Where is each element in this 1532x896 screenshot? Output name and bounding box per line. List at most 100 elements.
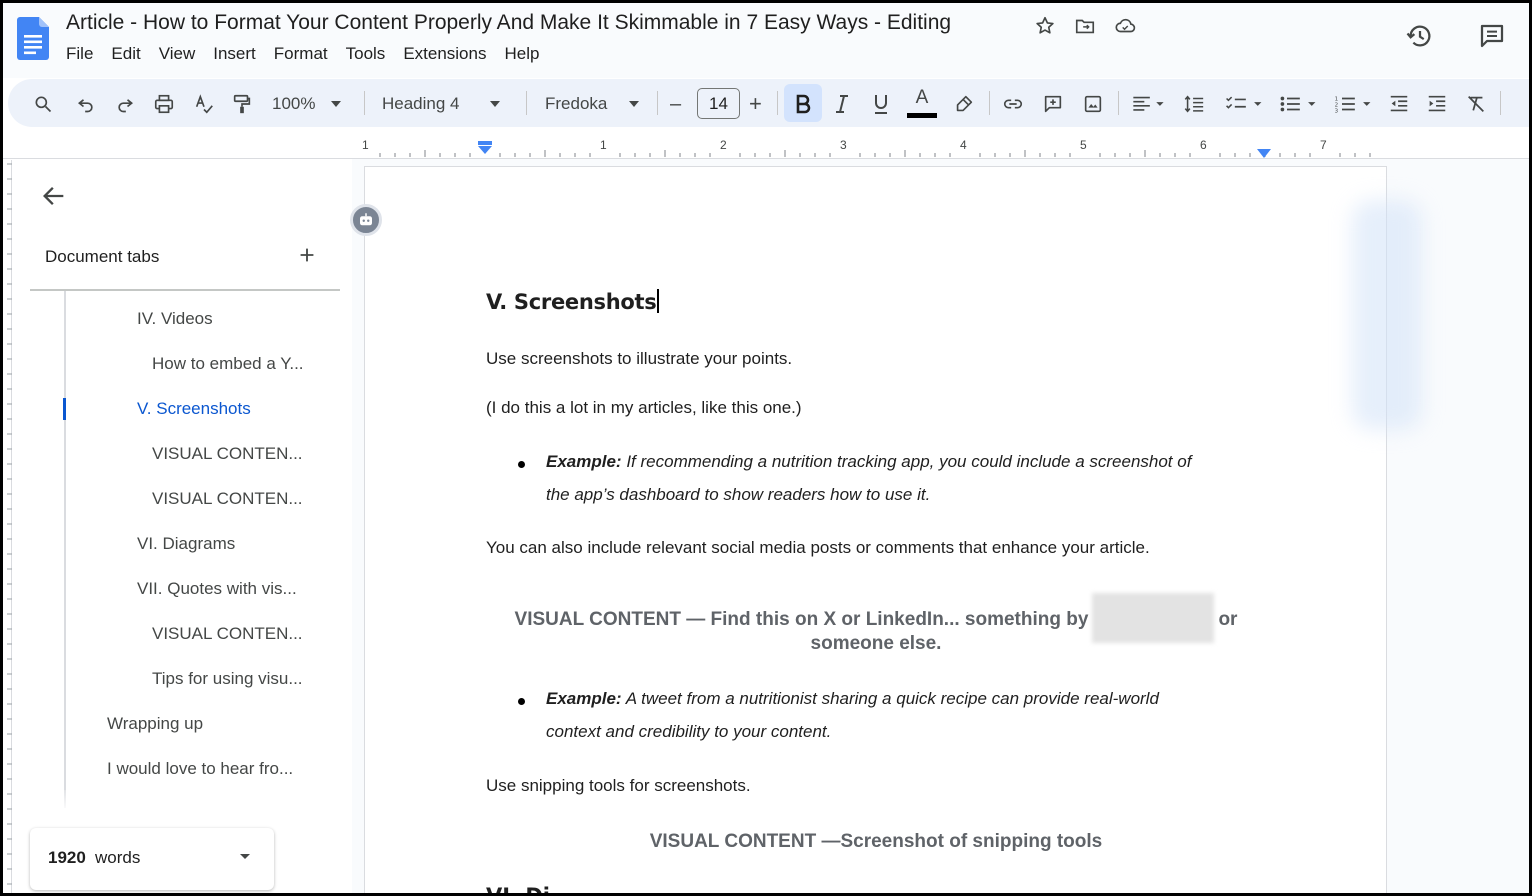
font-value: Fredoka	[545, 94, 608, 113]
text-color-button[interactable]: A	[907, 86, 937, 120]
search-menus-icon[interactable]	[30, 90, 56, 118]
checklist-select-icon[interactable]	[1222, 90, 1266, 118]
numbered-list-select-icon[interactable]: 123	[1331, 90, 1375, 118]
spellcheck-icon[interactable]	[191, 90, 217, 118]
paragraph[interactable]: (I do this a lot in my articles, like th…	[486, 398, 802, 418]
menu-edit[interactable]: Edit	[111, 44, 140, 64]
svg-text:3: 3	[1335, 108, 1339, 114]
outline-item[interactable]: I would love to hear fro...	[107, 759, 293, 779]
comments-icon[interactable]	[1476, 20, 1508, 52]
active-item-marker	[63, 398, 66, 420]
outline-item[interactable]: IV. Videos	[137, 309, 213, 329]
decrease-indent-icon[interactable]	[1386, 90, 1412, 118]
font-size-input[interactable]: 14	[697, 88, 740, 119]
ruler-label: 3	[840, 138, 847, 152]
italic-button[interactable]	[829, 90, 855, 118]
example-line[interactable]: the app’s dashboard to show readers how …	[546, 485, 930, 505]
paragraph[interactable]: Use snipping tools for screenshots.	[486, 776, 751, 796]
document-outline-sidebar: Document tabs IV. Videos How to embed a …	[12, 160, 352, 896]
outline-item[interactable]: VII. Quotes with vis...	[137, 579, 297, 599]
docs-logo-icon[interactable]	[17, 17, 49, 60]
next-section-heading[interactable]: VI. Di	[486, 884, 550, 896]
outline-item[interactable]: VISUAL CONTEN...	[152, 624, 303, 644]
ruler-label: 7	[1320, 138, 1327, 152]
outline-item[interactable]: VISUAL CONTEN...	[152, 444, 303, 464]
menu-help[interactable]: Help	[504, 44, 539, 64]
menu-insert[interactable]: Insert	[213, 44, 256, 64]
example-line[interactable]: context and credibility to your content.	[546, 722, 831, 742]
visual-note-text: or	[1218, 609, 1238, 630]
back-arrow-icon[interactable]	[40, 182, 68, 210]
paragraph-style-value: Heading 4	[382, 94, 460, 113]
underline-button[interactable]	[868, 90, 894, 118]
paragraph[interactable]: You can also include relevant social med…	[486, 538, 1150, 558]
cloud-saved-icon[interactable]	[1112, 13, 1138, 39]
bold-button[interactable]	[790, 90, 816, 118]
outline-item[interactable]: How to embed a Y...	[152, 354, 304, 374]
zoom-dropdown-caret-icon	[331, 101, 342, 107]
menu-format[interactable]: Format	[274, 44, 328, 64]
align-select-icon[interactable]	[1128, 90, 1168, 118]
vertical-ruler	[3, 160, 12, 896]
example-line[interactable]: Example: If recommending a nutrition tra…	[546, 452, 1191, 472]
paragraph[interactable]: Use screenshots to illustrate your point…	[486, 349, 792, 369]
highlight-color-icon[interactable]	[951, 90, 977, 118]
visual-content-note[interactable]: VISUAL CONTENT —Screenshot of snipping t…	[486, 831, 1266, 853]
toolbar-divider	[989, 91, 990, 115]
visual-content-note[interactable]: someone else.	[486, 633, 1266, 655]
bullet-icon	[518, 461, 525, 468]
redo-icon[interactable]	[112, 90, 138, 118]
toolbar-divider	[526, 91, 527, 115]
move-folder-icon[interactable]	[1072, 13, 1098, 39]
menu-view[interactable]: View	[159, 44, 196, 64]
ruler-label: 2	[720, 138, 727, 152]
add-tab-icon[interactable]	[296, 244, 318, 266]
clear-formatting-icon[interactable]	[1463, 90, 1489, 118]
print-icon[interactable]	[151, 90, 177, 118]
document-tabs-heading: Document tabs	[45, 247, 160, 266]
ruler-label: 1	[600, 138, 607, 152]
outline-item[interactable]: VISUAL CONTEN...	[152, 489, 303, 509]
sidebar-divider	[30, 289, 340, 291]
ruler-label: 1	[362, 138, 369, 152]
menu-tools[interactable]: Tools	[346, 44, 386, 64]
insert-image-icon[interactable]	[1080, 90, 1106, 118]
zoom-select[interactable]: 100%	[272, 90, 342, 118]
outline-tree-line	[64, 291, 66, 808]
document-title[interactable]: Article - How to Format Your Content Pro…	[66, 11, 951, 35]
line-spacing-icon[interactable]	[1181, 90, 1207, 118]
version-history-icon[interactable]	[1404, 20, 1436, 52]
increase-indent-icon[interactable]	[1424, 90, 1450, 118]
outline-item[interactable]: VI. Diagrams	[137, 534, 235, 554]
paragraph-style-select[interactable]: Heading 4	[382, 90, 500, 118]
add-comment-icon[interactable]	[1040, 90, 1066, 118]
word-count-dropdown-icon[interactable]	[240, 854, 250, 859]
font-select[interactable]: Fredoka	[545, 90, 640, 118]
menu-extensions[interactable]: Extensions	[403, 44, 486, 64]
toolbar-divider	[657, 91, 658, 115]
section-heading[interactable]: V. Screenshots	[486, 289, 660, 314]
assistant-bot-icon[interactable]	[350, 204, 382, 236]
toolbar-divider	[1118, 91, 1119, 115]
outline-scroll-fade	[30, 790, 350, 812]
text-cursor	[657, 289, 660, 313]
ruler-label: 5	[1080, 138, 1087, 152]
outline-item[interactable]: Wrapping up	[107, 714, 203, 734]
left-indent-marker-icon[interactable]	[477, 141, 493, 160]
outline-item[interactable]: Tips for using visu...	[152, 669, 303, 689]
paint-format-icon[interactable]	[229, 90, 255, 118]
horizontal-ruler[interactable]: 1 1 2 3 4 5 6 7	[362, 138, 1386, 158]
star-icon[interactable]	[1032, 13, 1058, 39]
outline-item-active[interactable]: V. Screenshots	[137, 399, 251, 419]
zoom-value: 100%	[272, 94, 316, 113]
undo-icon[interactable]	[73, 90, 99, 118]
bulleted-list-select-icon[interactable]	[1276, 90, 1320, 118]
menu-file[interactable]: File	[66, 44, 93, 64]
decrease-font-size-button[interactable]: –	[670, 90, 681, 118]
example-text: If recommending a nutrition tracking app…	[626, 452, 1192, 471]
increase-font-size-button[interactable]: +	[749, 90, 762, 118]
ruler-ticks	[379, 150, 1371, 157]
word-count-widget[interactable]: 1920 words	[30, 828, 274, 890]
example-line[interactable]: Example: A tweet from a nutritionist sha…	[546, 689, 1159, 709]
insert-link-icon[interactable]	[1000, 90, 1026, 118]
